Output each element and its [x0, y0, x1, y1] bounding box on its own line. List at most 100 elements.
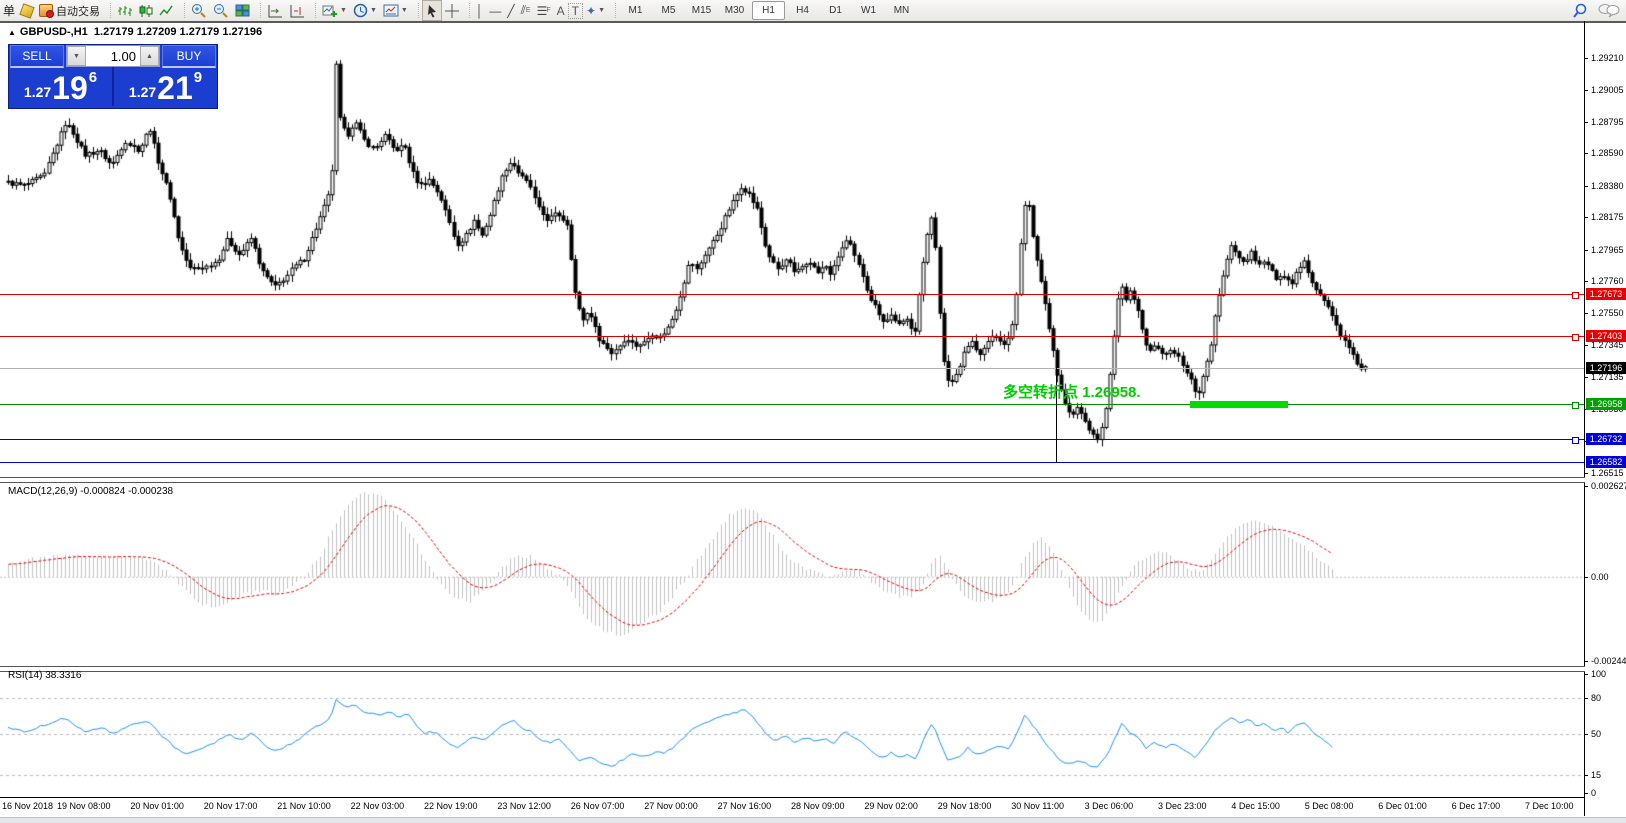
timeframe-h4[interactable]: H4	[787, 2, 818, 19]
horizontal-line-object[interactable]	[0, 404, 1584, 405]
sell-price-area[interactable]: 1.27 19 6	[9, 67, 114, 106]
pane-separator-macd[interactable]	[0, 477, 1585, 483]
time-axis-label: 6 Dec 17:00	[1452, 801, 1501, 811]
mt4-window: 单 自动交易	[0, 0, 1626, 823]
autotrading-button[interactable]: 自动交易	[36, 1, 103, 20]
timeframe-h1[interactable]: H1	[752, 1, 785, 20]
ohlc-values: 1.27179 1.27209 1.27179 1.27196	[94, 26, 262, 38]
rsi-label: RSI(14) 38.3316	[8, 670, 81, 681]
line-chart-type-button[interactable]	[156, 1, 177, 20]
price-axis-tick-mark	[1584, 377, 1588, 378]
rsi-indicator-chart[interactable]	[0, 670, 1584, 797]
bars-icon	[117, 4, 132, 18]
indicators-button[interactable]: ▼	[319, 1, 350, 20]
buy-price-area[interactable]: 1.27 21 9	[114, 67, 217, 106]
buy-button[interactable]: BUY	[162, 45, 216, 68]
price-axis-tick: 1.27550	[1591, 308, 1624, 318]
time-axis-label: 6 Dec 01:00	[1378, 801, 1427, 811]
equidistant-channel-tool[interactable]: ⫽E	[518, 1, 534, 20]
one-click-trading-panel: SELL ▼ ▲ BUY 1.27 19 6 1.27 21 9	[8, 44, 218, 109]
main-price-chart[interactable]	[0, 22, 1584, 477]
volume-decrease-button[interactable]: ▼	[67, 46, 86, 66]
volume-input[interactable]	[86, 46, 140, 66]
auto-scroll-button[interactable]	[264, 1, 286, 20]
horizontal-line-object[interactable]	[0, 368, 1584, 369]
horizontal-line-object[interactable]	[0, 294, 1584, 295]
auto-scroll-icon	[267, 4, 283, 18]
timeframe-m1[interactable]: M1	[620, 2, 651, 19]
fibonacci-tool[interactable]: ☰F	[534, 1, 554, 20]
price-axis-tick-mark	[1584, 250, 1588, 251]
timeframe-mn[interactable]: MN	[886, 2, 917, 19]
thick-green-level-bar[interactable]	[1190, 401, 1288, 408]
pane-separator-rsi[interactable]	[0, 666, 1585, 672]
price-axis-tick-mark	[1584, 281, 1588, 282]
templates-button[interactable]: ▼	[380, 1, 411, 20]
timeframe-m15[interactable]: M15	[686, 2, 717, 19]
price-axis-tick-mark	[1584, 58, 1588, 59]
bar-chart-type-button[interactable]	[114, 1, 135, 20]
rsi-axis-tick-mark	[1584, 674, 1588, 675]
macd-axis-tick-mark	[1584, 577, 1588, 578]
line-endpoint-marker[interactable]	[1572, 334, 1579, 341]
autotrading-icon	[39, 4, 53, 17]
rsi-axis-tick: 0	[1591, 788, 1596, 798]
toolbar-separator	[104, 3, 111, 18]
zoom-out-button[interactable]	[210, 1, 232, 20]
line-endpoint-marker[interactable]	[1572, 402, 1579, 409]
symbol-period-label: GBPUSD-,H1	[20, 26, 88, 38]
new-order-button[interactable]: 单	[0, 1, 18, 20]
zoom-in-button[interactable]	[188, 1, 210, 20]
vertical-line-tool[interactable]: │	[473, 1, 487, 20]
zoom-in-icon	[191, 3, 207, 18]
horizontal-line-object[interactable]	[0, 439, 1584, 440]
horizontal-line-object[interactable]	[0, 462, 1584, 463]
trendline-tool[interactable]: ╱	[504, 1, 517, 20]
dropdown-arrow-icon: ▼	[598, 7, 605, 14]
price-axis-tick: 1.28795	[1591, 117, 1624, 127]
price-axis-tick: 1.27965	[1591, 245, 1624, 255]
window-bottom-strip	[0, 817, 1626, 823]
chart-annotation-text[interactable]: 多空转折点 1.26958.	[1003, 381, 1141, 402]
line-endpoint-marker[interactable]	[1572, 292, 1579, 299]
text-tool[interactable]: A	[554, 1, 568, 20]
timeframe-m5[interactable]: M5	[653, 2, 684, 19]
price-level-badge: 1.26958	[1586, 398, 1626, 410]
macd-indicator-chart[interactable]	[0, 481, 1584, 666]
chat-icon[interactable]	[1598, 3, 1620, 18]
toolbar: 单 自动交易	[0, 0, 1626, 23]
sell-price-pip: 6	[89, 69, 97, 86]
crosshair-icon	[445, 4, 459, 18]
timeframe-m30[interactable]: M30	[719, 2, 750, 19]
search-icon[interactable]	[1572, 3, 1588, 19]
timeframe-w1[interactable]: W1	[853, 2, 884, 19]
time-axis-label: 3 Dec 23:00	[1158, 801, 1207, 811]
timeframe-d1[interactable]: D1	[820, 2, 851, 19]
yellow-cube-icon	[19, 3, 34, 18]
volume-increase-button[interactable]: ▲	[140, 46, 159, 66]
sell-button[interactable]: SELL	[10, 45, 64, 68]
line-endpoint-marker[interactable]	[1572, 437, 1579, 444]
time-axis-label: 26 Nov 07:00	[571, 801, 625, 811]
price-axis-tick-mark	[1584, 186, 1588, 187]
buy-price-big: 21	[157, 73, 193, 103]
time-axis-label: 7 Dec 10:00	[1525, 801, 1574, 811]
sell-price-big: 19	[52, 73, 88, 103]
price-axis-tick-mark	[1584, 153, 1588, 154]
chart-shift-button[interactable]	[286, 1, 308, 20]
horizontal-line-tool[interactable]: —	[486, 1, 504, 20]
expert-advisor-icon[interactable]	[18, 1, 36, 20]
horizontal-line-object[interactable]	[0, 336, 1584, 337]
crosshair-button[interactable]	[442, 1, 462, 20]
dropdown-arrow-icon: ▼	[401, 7, 408, 14]
tile-windows-button[interactable]	[232, 1, 253, 20]
periods-button[interactable]: ▼	[350, 1, 380, 20]
cursor-button[interactable]	[422, 0, 442, 21]
candlestick-chart-type-button[interactable]	[135, 1, 156, 20]
price-level-badge: 1.26582	[1586, 456, 1626, 468]
macd-axis-tick: 0.00	[1591, 572, 1609, 582]
tile-windows-icon	[235, 4, 250, 17]
arrows-tool[interactable]: ✦ ▼	[583, 1, 608, 20]
text-label-tool[interactable]: T	[568, 3, 583, 19]
collapse-arrow-icon[interactable]: ▲	[8, 28, 16, 37]
